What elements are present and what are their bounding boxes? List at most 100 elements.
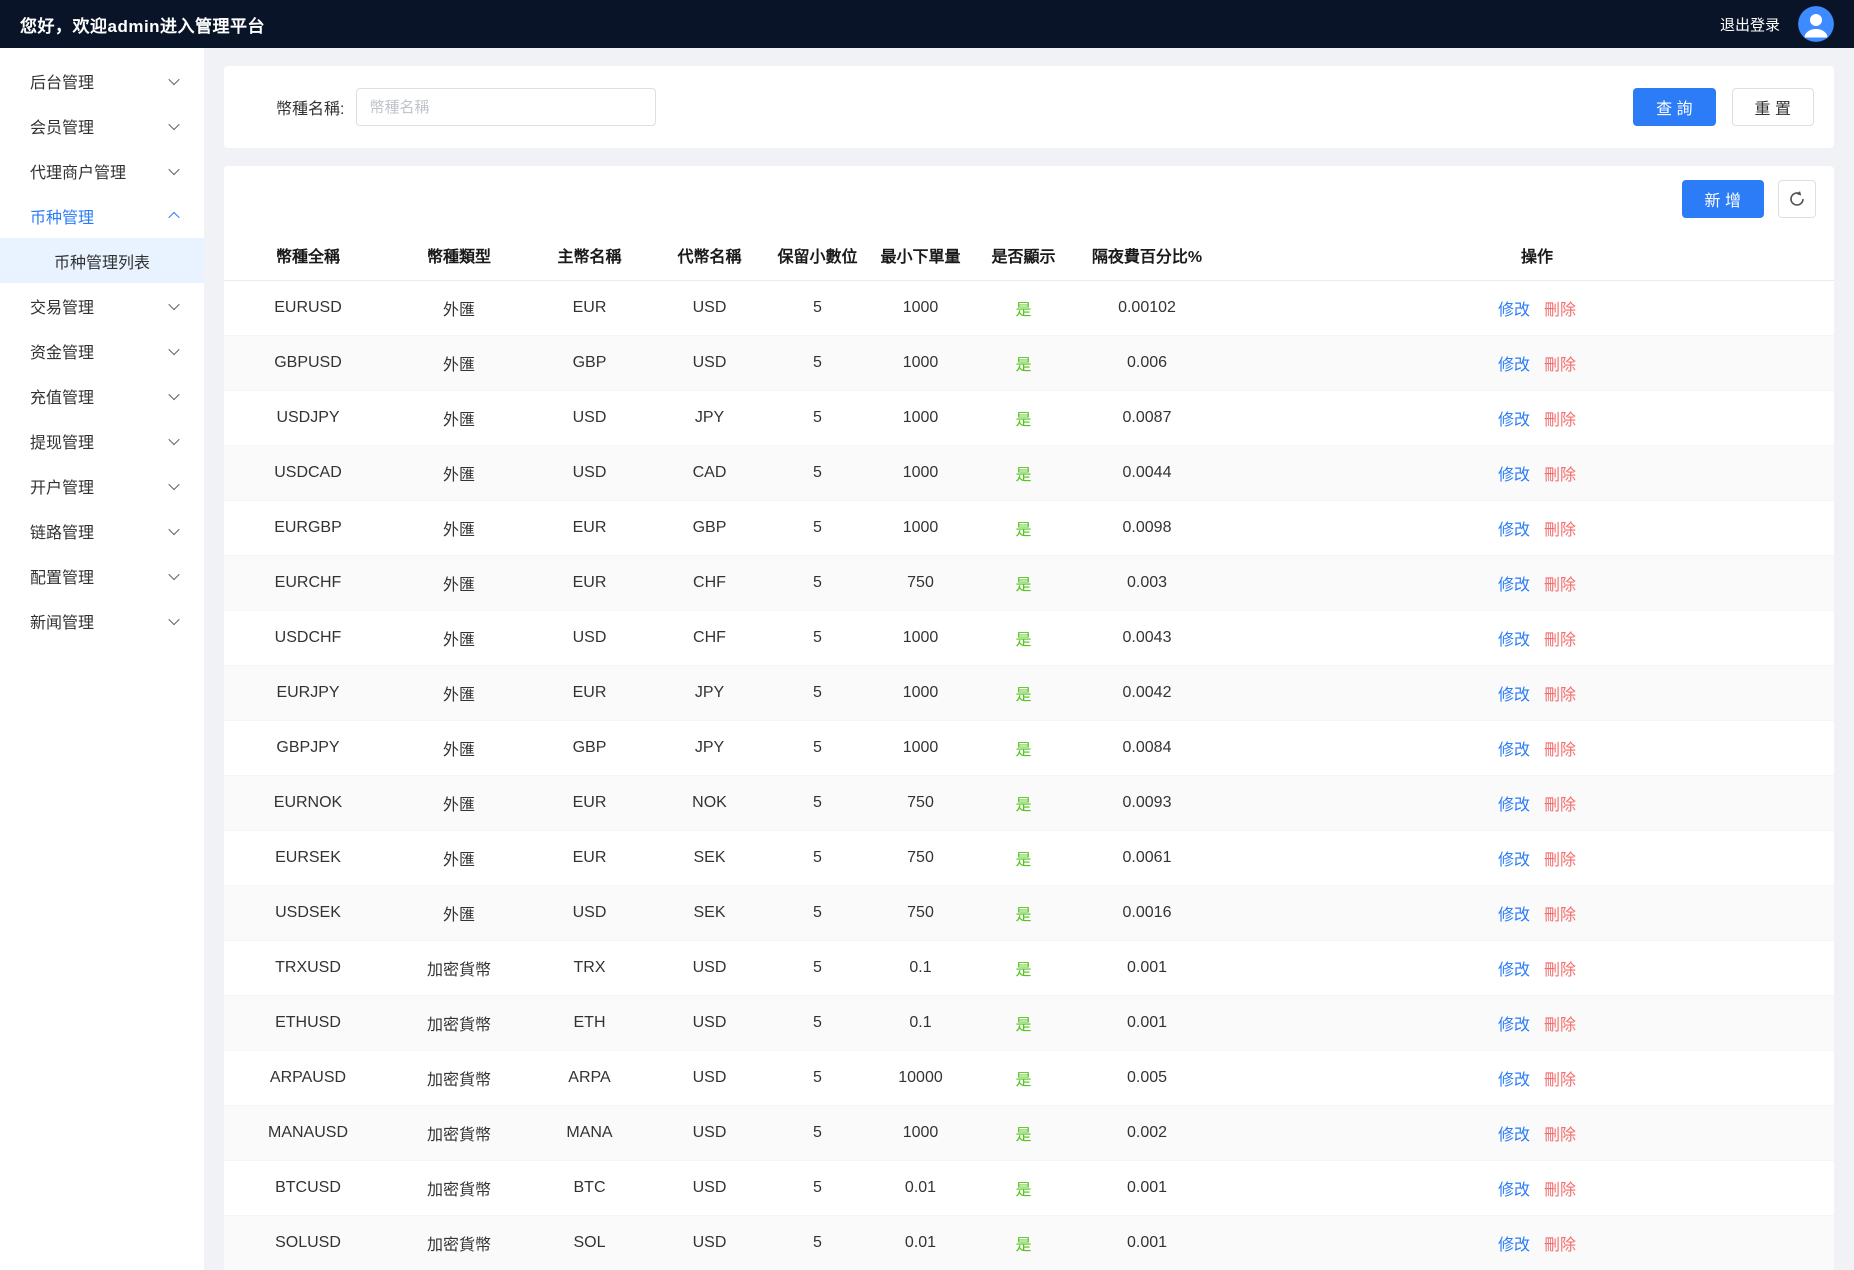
add-button[interactable]: 新 增 [1682,180,1764,218]
cell-overnight-fee: 0.002 [1075,1106,1219,1161]
cell-min-order: 1000 [869,501,972,556]
edit-link[interactable]: 修改 [1498,1072,1530,1089]
sidebar-item-label: 币种管理 [30,204,94,228]
delete-link[interactable]: 刪除 [1544,357,1576,374]
sidebar-item[interactable]: 开户管理 [0,463,204,508]
delete-link[interactable]: 刪除 [1544,1182,1576,1199]
reset-button[interactable]: 重 置 [1732,88,1814,126]
user-avatar[interactable] [1798,6,1834,42]
sidebar-item[interactable]: 交易管理 [0,283,204,328]
delete-link[interactable]: 刪除 [1544,852,1576,869]
cell-min-order: 0.1 [869,996,972,1051]
edit-link[interactable]: 修改 [1498,302,1530,319]
cell-decimals: 5 [766,281,869,336]
user-icon [1798,6,1834,42]
delete-link[interactable]: 刪除 [1544,907,1576,924]
edit-link[interactable]: 修改 [1498,1182,1530,1199]
edit-link[interactable]: 修改 [1498,687,1530,704]
edit-link[interactable]: 修改 [1498,467,1530,484]
search-input[interactable] [356,88,656,126]
cell-visible: 是 [972,1161,1075,1216]
cell-min-order: 0.01 [869,1216,972,1270]
cell-spacer [1219,1051,1339,1106]
edit-link[interactable]: 修改 [1498,577,1530,594]
cell-visible: 是 [972,446,1075,501]
cell-overnight-fee: 0.0042 [1075,666,1219,721]
delete-link[interactable]: 刪除 [1544,1237,1576,1254]
edit-link[interactable]: 修改 [1498,962,1530,979]
sidebar-item[interactable]: 代理商户管理 [0,148,204,193]
cell-spacer [1219,1216,1339,1270]
cell-currency-name: EURNOK [224,776,392,831]
edit-link[interactable]: 修改 [1498,412,1530,429]
cell-quote-currency: GBP [653,501,766,556]
edit-link[interactable]: 修改 [1498,852,1530,869]
delete-link[interactable]: 刪除 [1544,577,1576,594]
cell-spacer [1735,776,1834,831]
topbar-right: 退出登录 [1720,6,1834,42]
cell-base-currency: EUR [526,556,653,611]
refresh-button[interactable] [1778,180,1816,218]
cell-actions: 修改刪除 [1339,1106,1735,1161]
sidebar-item[interactable]: 会员管理 [0,103,204,148]
delete-link[interactable]: 刪除 [1544,412,1576,429]
sidebar-item[interactable]: 币种管理 [0,193,204,238]
sidebar-item[interactable]: 新闻管理 [0,598,204,643]
edit-link[interactable]: 修改 [1498,522,1530,539]
cell-min-order: 750 [869,886,972,941]
cell-min-order: 1000 [869,336,972,391]
delete-link[interactable]: 刪除 [1544,302,1576,319]
sidebar-subitem-label: 币种管理列表 [54,249,150,273]
edit-link[interactable]: 修改 [1498,1127,1530,1144]
delete-link[interactable]: 刪除 [1544,1127,1576,1144]
cell-currency-name: EURJPY [224,666,392,721]
sidebar-item[interactable]: 提现管理 [0,418,204,463]
cell-base-currency: EUR [526,831,653,886]
delete-link[interactable]: 刪除 [1544,797,1576,814]
sidebar-subitem-currency-list[interactable]: 币种管理列表 [0,238,204,283]
delete-link[interactable]: 刪除 [1544,1017,1576,1034]
cell-currency-name: SOLUSD [224,1216,392,1270]
sidebar-item[interactable]: 后台管理 [0,58,204,103]
cell-currency-type: 外匯 [392,336,526,391]
cell-base-currency: EUR [526,666,653,721]
col-header-base-currency: 主幣名稱 [526,230,653,281]
edit-link[interactable]: 修改 [1498,1017,1530,1034]
edit-link[interactable]: 修改 [1498,907,1530,924]
cell-decimals: 5 [766,446,869,501]
sidebar-item-label: 代理商户管理 [30,159,126,183]
delete-link[interactable]: 刪除 [1544,687,1576,704]
edit-link[interactable]: 修改 [1498,742,1530,759]
delete-link[interactable]: 刪除 [1544,1072,1576,1089]
delete-link[interactable]: 刪除 [1544,742,1576,759]
sidebar-item[interactable]: 充值管理 [0,373,204,418]
table-toolbar: 新 增 [224,180,1834,230]
cell-actions: 修改刪除 [1339,281,1735,336]
query-button[interactable]: 查 詢 [1633,88,1715,126]
delete-link[interactable]: 刪除 [1544,522,1576,539]
logout-button[interactable]: 退出登录 [1720,14,1780,35]
cell-quote-currency: JPY [653,391,766,446]
edit-link[interactable]: 修改 [1498,1237,1530,1254]
edit-link[interactable]: 修改 [1498,357,1530,374]
sidebar-item[interactable]: 资金管理 [0,328,204,373]
cell-currency-type: 外匯 [392,281,526,336]
cell-actions: 修改刪除 [1339,1161,1735,1216]
cell-quote-currency: NOK [653,776,766,831]
delete-link[interactable]: 刪除 [1544,962,1576,979]
cell-currency-name: GBPUSD [224,336,392,391]
chevron-down-icon [168,118,179,129]
edit-link[interactable]: 修改 [1498,632,1530,649]
chevron-down-icon [168,433,179,444]
table-row: MANAUSD加密貨幣MANAUSD51000是0.002修改刪除 [224,1106,1834,1161]
cell-quote-currency: USD [653,1161,766,1216]
cell-base-currency: EUR [526,281,653,336]
sidebar-item[interactable]: 链路管理 [0,508,204,553]
sidebar-item[interactable]: 配置管理 [0,553,204,598]
delete-link[interactable]: 刪除 [1544,632,1576,649]
cell-visible: 是 [972,501,1075,556]
cell-visible: 是 [972,281,1075,336]
table-row: EURSEK外匯EURSEK5750是0.0061修改刪除 [224,831,1834,886]
delete-link[interactable]: 刪除 [1544,467,1576,484]
edit-link[interactable]: 修改 [1498,797,1530,814]
